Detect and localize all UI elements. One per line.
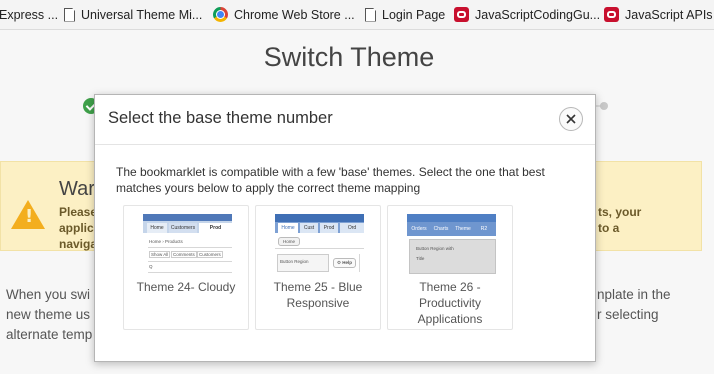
- theme-26-thumbnail: Orders Charts Theme R2 Button Region wit…: [407, 214, 496, 274]
- dialog-title: Select the base theme number: [108, 109, 333, 127]
- dialog-header: Select the base theme number: [95, 95, 595, 145]
- close-button[interactable]: [559, 107, 583, 131]
- bookmark-label: JavaScript APIs: [625, 7, 713, 22]
- close-icon: [566, 114, 576, 124]
- oracle-icon: [454, 7, 469, 22]
- theme-option-24[interactable]: Home Customers Prod Home › Products Show…: [123, 205, 249, 330]
- warning-icon: [11, 200, 45, 229]
- bookmark-javascript-apis[interactable]: JavaScript APIs: [604, 0, 713, 29]
- bookmark-label: JavaScriptCodingGu...: [475, 7, 601, 22]
- theme-24-label: Theme 24- Cloudy: [136, 280, 236, 294]
- bookmark-login-page[interactable]: Login Page: [365, 0, 445, 29]
- oracle-icon: [604, 7, 619, 22]
- bookmark-javascript-coding-guide[interactable]: JavaScriptCodingGu...: [454, 0, 600, 29]
- warning-title: War: [59, 178, 95, 200]
- page-icon: [365, 7, 376, 22]
- bookmark-label: Chrome Web Store ...: [234, 7, 355, 22]
- theme-25-label: Theme 25 - Blue Responsive: [273, 280, 363, 310]
- body-text-right: nplate in the r selecting: [597, 287, 671, 322]
- chrome-store-icon: [213, 7, 228, 22]
- body-text-left: When you swi new theme us alternate temp: [6, 287, 93, 342]
- theme-26-label: Theme 26 - Productivity Applications: [417, 280, 483, 326]
- bookmark-express[interactable]: Express ...: [0, 0, 58, 29]
- theme-25-thumbnail: Home Cust Prod Ord Home Button Region ⚙ …: [275, 214, 364, 274]
- bookmark-universal-theme[interactable]: Universal Theme Mi...: [64, 0, 202, 29]
- bookmarks-bar: Express ... Universal Theme Mi... Chrome…: [0, 0, 714, 30]
- warning-text-right: ts, your to a: [598, 205, 642, 235]
- bookmark-label: Express ...: [0, 7, 59, 22]
- page-icon: [64, 7, 75, 22]
- bookmark-label: Login Page: [382, 7, 446, 22]
- warning-text-left: Please applica naviga: [59, 205, 95, 251]
- theme-option-25[interactable]: Home Cust Prod Ord Home Button Region ⚙ …: [255, 205, 381, 330]
- bookmark-label: Universal Theme Mi...: [81, 7, 203, 22]
- bookmark-chrome-web-store[interactable]: Chrome Web Store ...: [213, 0, 355, 29]
- dialog-description: The bookmarklet is compatible with a few…: [116, 165, 545, 195]
- theme-option-26[interactable]: Orders Charts Theme R2 Button Region wit…: [387, 205, 513, 330]
- select-theme-dialog: Select the base theme number The bookmar…: [94, 94, 596, 362]
- page-title: Switch Theme: [263, 42, 435, 72]
- wizard-step-dot: [600, 102, 608, 110]
- theme-24-thumbnail: Home Customers Prod Home › Products Show…: [143, 214, 232, 274]
